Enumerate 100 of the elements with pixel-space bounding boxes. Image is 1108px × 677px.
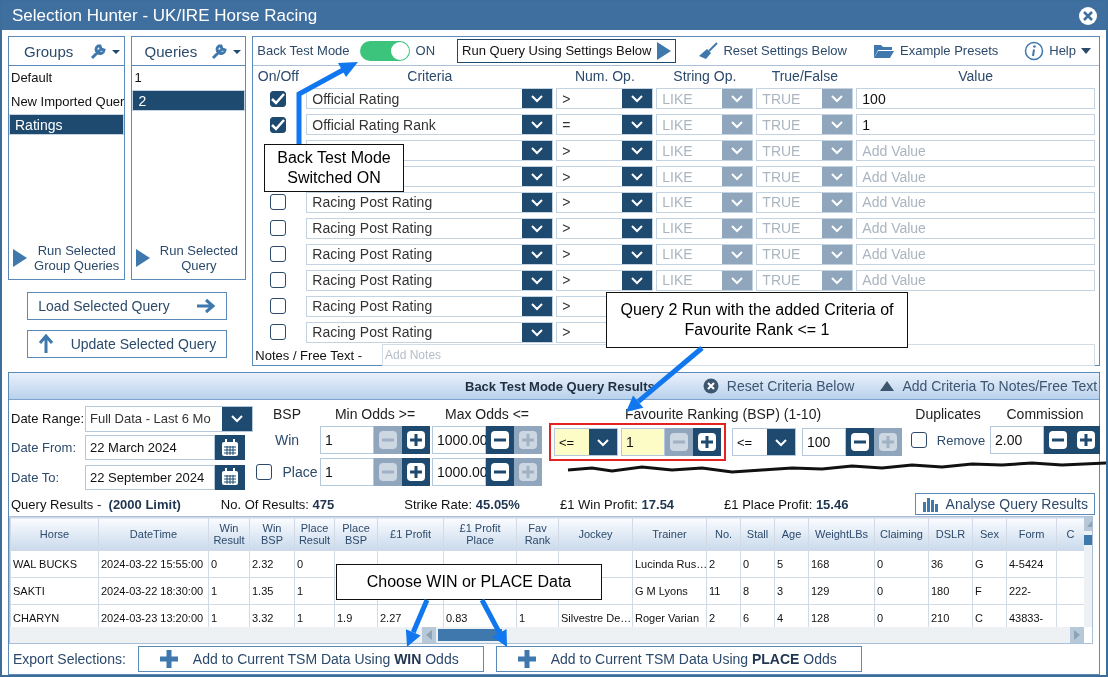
add-criteria-button[interactable]: Add Criteria To Notes/Free Text [880, 378, 1098, 394]
list-item[interactable]: Ratings [9, 114, 125, 135]
export-button[interactable]: Add to Current TSM Data Using WIN Odds [137, 646, 484, 672]
callout-tooltip: Back Test Mode Switched ON [264, 144, 404, 192]
operator-dropdown[interactable]: > [556, 88, 654, 110]
value-field[interactable]: Add Value [856, 140, 1095, 162]
operator-dropdown[interactable]: = [556, 114, 654, 136]
number-field[interactable]: 100 [802, 428, 846, 456]
example-presets-button[interactable]: Example Presets [869, 42, 1003, 59]
criteria-dropdown[interactable]: Racing Post Rating [306, 192, 554, 213]
column-header[interactable]: Trainer [632, 517, 707, 551]
column-header[interactable]: WeightLBs [808, 517, 875, 551]
panel-title: Queries [143, 42, 199, 60]
criteria-dropdown[interactable]: Racing Post Rating [306, 321, 554, 343]
criteria-dropdown[interactable]: Racing Post Rating [306, 217, 554, 239]
table-cell: G M Lyons [632, 577, 707, 605]
operator-dropdown[interactable]: <= [554, 428, 618, 456]
date-range-label: Date Range: [11, 411, 85, 427]
column-header[interactable]: Form [1006, 517, 1057, 551]
column-header[interactable]: DateTime [98, 517, 209, 551]
table-cell: 1 [208, 577, 250, 605]
list-item[interactable]: Default [9, 66, 125, 90]
column-header[interactable]: Horse [10, 517, 99, 551]
date-field[interactable]: 22 September 2024 [85, 464, 215, 490]
column-header[interactable]: £1 Profit Place [443, 517, 517, 551]
operator-dropdown[interactable]: > [556, 166, 654, 188]
column-header[interactable]: Sex [972, 517, 1007, 551]
back-test-label: Back Test Mode [257, 43, 350, 59]
table-cell: 5 [774, 550, 809, 578]
remove-label: Remove [936, 432, 986, 448]
table-cell: WAL BUCKS [10, 550, 99, 578]
column-header[interactable]: Jockey [558, 517, 633, 551]
operator-dropdown[interactable]: > [556, 217, 654, 239]
table-cell: 2024-03-22 15:55:00 [98, 550, 209, 578]
value-field[interactable]: Add Value [856, 269, 1095, 291]
column-header[interactable]: Stall [740, 517, 775, 551]
column-header[interactable]: No. [706, 517, 741, 551]
column-header[interactable]: Age [774, 517, 809, 551]
column-header[interactable]: Place BSP [334, 517, 378, 551]
criteria-dropdown[interactable]: Racing Post Rating [306, 269, 554, 291]
value-field[interactable]: Add Value [856, 217, 1095, 239]
table-cell: 0 [874, 577, 929, 605]
date-from-label: Date From: [11, 440, 77, 456]
window-title: Selection Hunter - UK/IRE Horse Racing [12, 6, 318, 26]
reset-settings-button[interactable]: Reset Settings Below [694, 41, 851, 60]
table-cell: 2.32 [249, 550, 295, 578]
stat-label: Strike Rate: [404, 496, 473, 512]
export-button[interactable]: Add to Current TSM Data Using PLACE Odds [495, 646, 862, 672]
operator-dropdown[interactable]: <= [732, 428, 796, 456]
date-field[interactable]: 22 March 2024 [85, 435, 215, 461]
win-label: Win [274, 432, 300, 448]
reset-criteria-button[interactable]: Reset Criteria Below [702, 378, 855, 394]
load-query-button[interactable]: Load Selected Query [27, 292, 228, 320]
list-item[interactable]: 2 [132, 90, 246, 111]
value-field[interactable]: 1 [856, 114, 1095, 136]
number-field[interactable]: 1000.00 [432, 426, 486, 454]
number-field[interactable]: 1 [320, 458, 374, 486]
column-header[interactable]: Place Result [294, 517, 335, 551]
number-field[interactable]: 1000.00 [432, 458, 486, 486]
criteria-dropdown[interactable]: Official Rating [306, 88, 554, 110]
stat-label: No. Of Results: [220, 496, 309, 512]
help-button[interactable]: Help [1020, 40, 1095, 61]
table-cell: 222- [1006, 577, 1057, 605]
operator-dropdown[interactable]: > [556, 269, 654, 291]
value-field[interactable]: Add Value [856, 192, 1095, 213]
value-field[interactable]: Add Value [856, 166, 1095, 188]
operator-dropdown[interactable]: > [556, 192, 654, 213]
number-field[interactable]: 1 [621, 428, 665, 456]
number-field[interactable]: 1 [320, 426, 374, 454]
column-header: Num. Op. [573, 67, 636, 84]
table-cell: Lucinda Rus… [632, 550, 707, 578]
list-item[interactable]: New Imported Quer [9, 90, 125, 114]
value-field[interactable]: 100 [856, 88, 1095, 110]
operator-dropdown[interactable]: > [556, 140, 654, 162]
duplicates-label: Duplicates [915, 405, 981, 424]
table-cell: 168 [808, 550, 875, 578]
callout-tooltip: Choose WIN or PLACE Data [336, 564, 602, 600]
column-header[interactable]: Claiming [874, 517, 929, 551]
column-header[interactable]: C [1056, 517, 1084, 551]
criteria-dropdown[interactable]: Racing Post Rating [306, 243, 554, 265]
favourite-ranking-label: Favourite Ranking (BSP) (1-10) [625, 405, 822, 424]
run-query-button[interactable]: Run Query Using Settings Below [457, 38, 677, 63]
column-header[interactable]: Win BSP [249, 517, 295, 551]
table-cell: 0 [740, 550, 775, 578]
notes-field[interactable]: Add Notes [382, 344, 1095, 367]
table-cell: 3 [774, 577, 809, 605]
table-cell: 2024-03-22 18:30:00 [98, 577, 209, 605]
criteria-dropdown[interactable]: Official Rating Rank [306, 114, 554, 136]
criteria-dropdown[interactable]: Racing Post Rating [306, 295, 554, 317]
column-header[interactable]: Win Result [208, 517, 250, 551]
update-query-button[interactable]: Update Selected Query [27, 330, 228, 358]
column-header[interactable]: DSLR [928, 517, 973, 551]
date-range-dropdown[interactable]: Full Data - Last 6 Mo [85, 405, 253, 432]
analyse-button[interactable]: Analyse Query Results [914, 493, 1095, 515]
operator-dropdown[interactable]: > [556, 243, 654, 265]
column-header[interactable]: Fav Rank [516, 517, 559, 551]
value-field[interactable]: Add Value [856, 243, 1095, 265]
list-item[interactable]: 1 [132, 66, 246, 90]
number-field[interactable]: 2.00 [990, 426, 1044, 454]
column-header[interactable]: £1 Profit [377, 517, 444, 551]
